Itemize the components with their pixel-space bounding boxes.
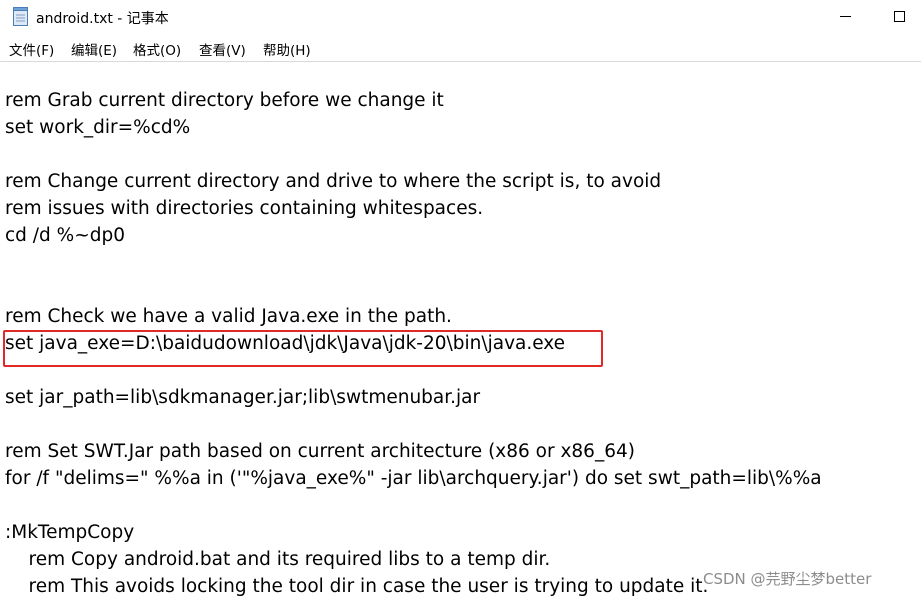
editor-line: rem Set SWT.Jar path based on current ar…	[5, 441, 635, 462]
editor-line: rem Grab current directory before we cha…	[5, 90, 444, 111]
menu-format[interactable]: 格式(O)	[133, 39, 181, 59]
editor-line: set work_dir=%cd%	[5, 117, 191, 138]
editor-line: set jar_path=lib\sdkmanager.jar;lib\swtm…	[5, 387, 481, 408]
editor-line: rem Check we have a valid Java.exe in th…	[5, 306, 452, 327]
minimize-button[interactable]	[822, 0, 868, 34]
maximize-button[interactable]	[876, 0, 921, 34]
editor-line: rem Copy android.bat and its required li…	[5, 549, 551, 570]
editor-line: cd /d %~dp0	[5, 225, 125, 246]
menu-view[interactable]: 查看(V)	[199, 39, 246, 59]
window-title: android.txt - 记事本	[36, 11, 169, 27]
text-editor[interactable]: rem Grab current directory before we cha…	[0, 62, 921, 598]
menu-bar: 文件(F) 编辑(E) 格式(O) 查看(V) 帮助(H)	[0, 34, 921, 62]
menu-help[interactable]: 帮助(H)	[263, 39, 311, 59]
title-bar: android.txt - 记事本	[0, 0, 921, 34]
highlight-box	[3, 330, 603, 367]
editor-line: rem Change current directory and drive t…	[5, 171, 662, 192]
watermark: CSDN @芫野尘梦better	[703, 570, 872, 588]
editor-line: rem This avoids locking the tool dir in …	[5, 576, 709, 597]
menu-file[interactable]: 文件(F)	[9, 39, 54, 59]
menu-edit[interactable]: 编辑(E)	[71, 39, 117, 59]
editor-line: :MkTempCopy	[5, 522, 135, 543]
notepad-icon	[13, 7, 28, 26]
editor-line: for /f "delims=" %%a in ('"%java_exe%" -…	[5, 468, 822, 489]
editor-line: rem issues with directories containing w…	[5, 198, 484, 219]
